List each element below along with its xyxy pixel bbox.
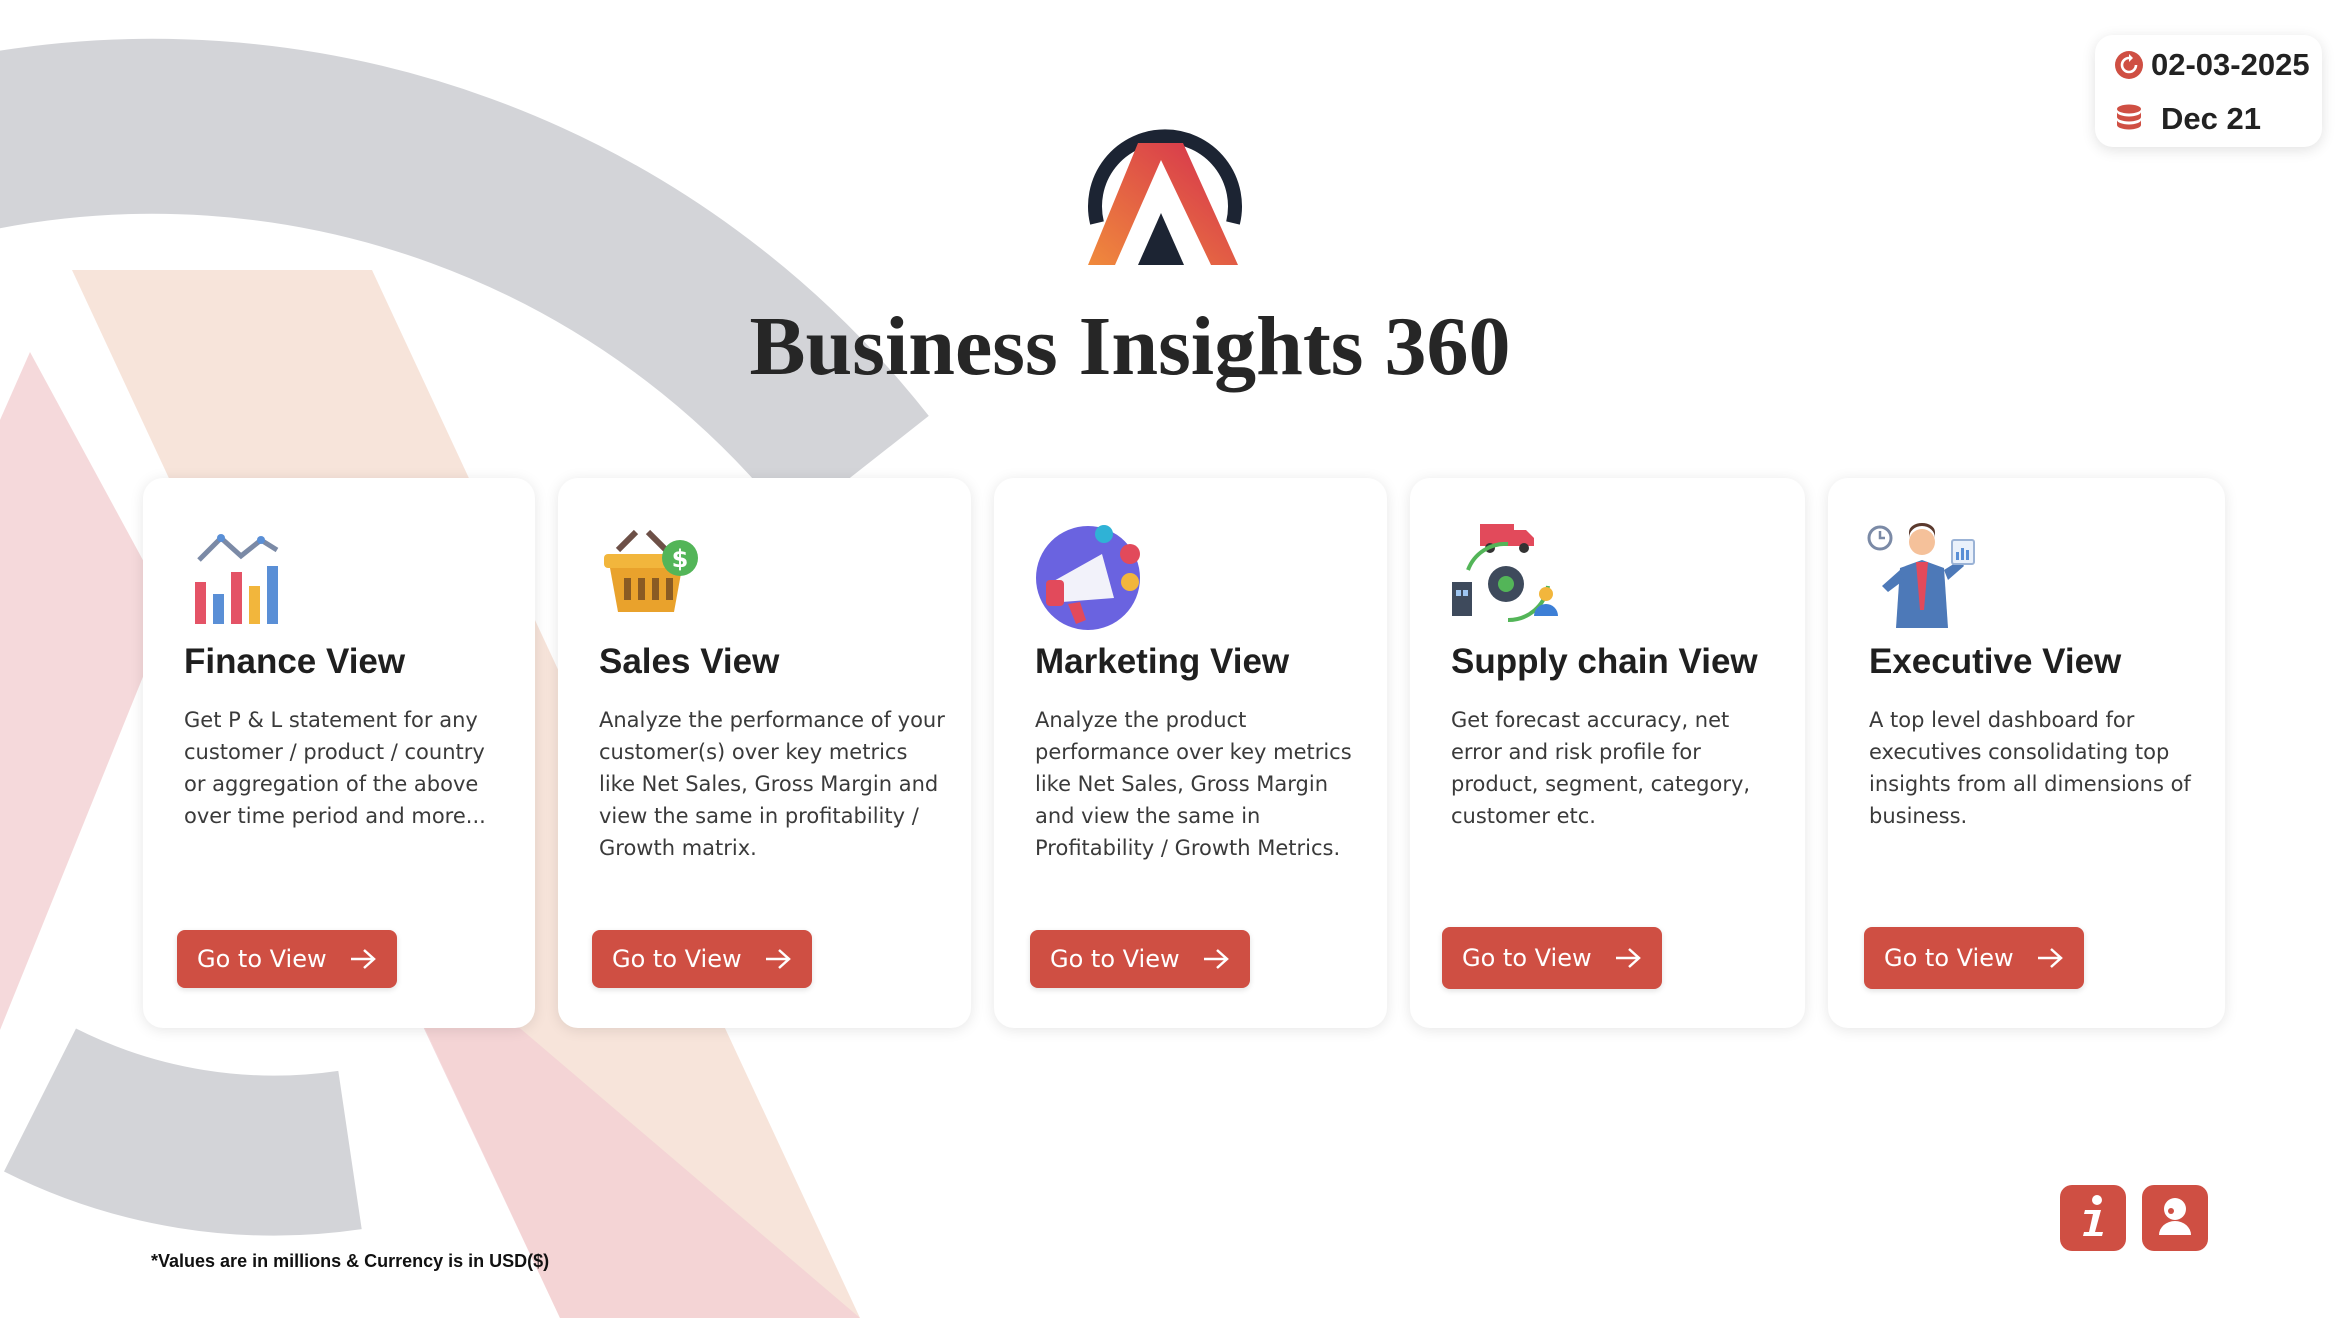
refresh-date-row: 02-03-2025 — [2113, 47, 2310, 83]
card-description: Get P & L statement for any customer / p… — [184, 708, 486, 828]
support-button[interactable] — [2142, 1185, 2208, 1251]
button-label: Go to View — [1884, 944, 2014, 972]
currency-footnote: *Values are in millions & Currency is in… — [151, 1251, 550, 1271]
supply-chain-icon — [1452, 524, 1558, 623]
sales-basket-icon: $ — [604, 529, 698, 612]
refresh-icon — [2113, 49, 2145, 81]
button-label: Go to View — [1462, 944, 1592, 972]
arrow-right-icon — [764, 947, 792, 971]
executive-go-to-view-button[interactable]: Go to View — [1864, 927, 2084, 989]
card-description: Analyze the performance of your customer… — [599, 708, 945, 860]
arrow-right-icon — [1202, 947, 1230, 971]
executive-view-card: Executive View A top level dashboard for… — [1828, 478, 2225, 1028]
info-button[interactable] — [2060, 1185, 2126, 1251]
card-heading: Sales View — [599, 642, 780, 681]
supply-chain-go-to-view-button[interactable]: Go to View — [1442, 927, 1662, 989]
marketing-go-to-view-button[interactable]: Go to View — [1030, 930, 1250, 988]
button-label: Go to View — [1050, 945, 1180, 973]
svg-text:$: $ — [672, 545, 689, 573]
info-icon — [2073, 1194, 2113, 1242]
refresh-info-panel: 02-03-2025 Dec 21 — [2095, 35, 2322, 147]
button-label: Go to View — [612, 945, 742, 973]
card-heading: Marketing View — [1035, 642, 1290, 681]
button-label: Go to View — [197, 945, 327, 973]
arrow-right-icon — [1614, 946, 1642, 970]
marketing-megaphone-icon — [1036, 525, 1140, 630]
card-description: Get forecast accuracy, net error and ris… — [1451, 708, 1751, 828]
page-title: Business Insights 360 — [749, 300, 1511, 393]
support-icon — [2155, 1195, 2195, 1241]
arrow-right-icon — [349, 947, 377, 971]
sales-go-to-view-button[interactable]: Go to View — [592, 930, 812, 988]
arrow-right-icon — [2036, 946, 2064, 970]
card-heading: Supply chain View — [1451, 642, 1758, 681]
card-heading: Executive View — [1869, 642, 2122, 681]
marketing-view-card: Marketing View Analyze the product perfo… — [994, 478, 1387, 1028]
executive-icon — [1867, 523, 1975, 628]
finance-go-to-view-button[interactable]: Go to View — [177, 930, 397, 988]
supply-chain-view-card: Supply chain View Get forecast accuracy,… — [1410, 478, 1805, 1028]
finance-view-card: Finance View Get P & L statement for any… — [143, 478, 535, 1028]
finance-chart-icon — [195, 534, 279, 624]
database-icon — [2113, 103, 2145, 135]
data-period: Dec 21 — [2161, 101, 2261, 136]
refresh-date: 02-03-2025 — [2151, 47, 2310, 82]
card-description: Analyze the product performance over key… — [1035, 708, 1352, 860]
atliq-logo — [1088, 129, 1242, 265]
card-heading: Finance View — [184, 642, 406, 681]
data-period-row: Dec 21 — [2113, 101, 2261, 137]
card-description: A top level dashboard for executives con… — [1869, 708, 2191, 828]
sales-view-card: $ Sales View Analyze the performance of … — [558, 478, 971, 1028]
